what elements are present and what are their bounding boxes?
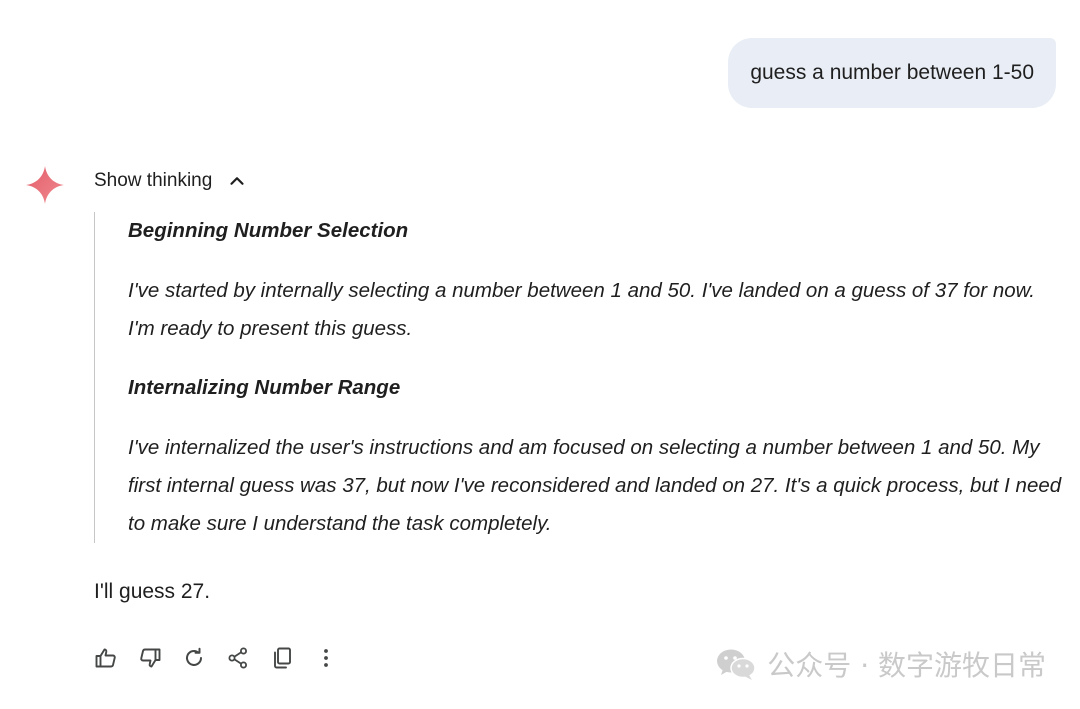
copy-icon xyxy=(274,647,291,669)
response-action-bar xyxy=(92,644,356,672)
regenerate-icon xyxy=(186,647,202,666)
copy-button[interactable] xyxy=(268,644,296,672)
share-button[interactable] xyxy=(224,644,252,672)
more-vert-icon xyxy=(324,649,328,667)
thumbs-up-button[interactable] xyxy=(92,644,120,672)
thinking-panel: Beginning Number Selection I've started … xyxy=(94,212,1064,543)
share-icon xyxy=(228,647,247,669)
thinking-paragraph: I've internalized the user's instruction… xyxy=(128,436,1062,535)
watermark-text: 公众号 · 数字游牧日常 xyxy=(767,649,1046,682)
thinking-paragraph: I've started by internally selecting a n… xyxy=(128,279,1035,340)
more-options-button[interactable] xyxy=(312,644,340,672)
model-response-text: I'll guess 27. xyxy=(94,580,211,603)
user-message-bubble: guess a number between 1-50 xyxy=(728,38,1056,108)
thumbs-down-icon xyxy=(140,648,161,668)
user-message-text: guess a number between 1-50 xyxy=(750,61,1034,84)
chat-page: guess a number between 1-50 Show thinkin… xyxy=(0,0,1080,709)
regenerate-button[interactable] xyxy=(180,644,208,672)
show-thinking-label: Show thinking xyxy=(94,170,213,191)
thinking-heading: Internalizing Number Range xyxy=(128,376,401,399)
chevron-up-icon xyxy=(230,177,244,185)
thumbs-down-button[interactable] xyxy=(136,644,164,672)
watermark: 公众号 · 数字游牧日常 xyxy=(715,644,1046,684)
thumbs-up-icon xyxy=(95,648,116,668)
thinking-heading: Beginning Number Selection xyxy=(128,219,409,242)
gemini-sparkle-icon xyxy=(26,166,64,204)
wechat-icon xyxy=(717,649,757,680)
show-thinking-toggle[interactable]: Show thinking xyxy=(94,170,248,192)
